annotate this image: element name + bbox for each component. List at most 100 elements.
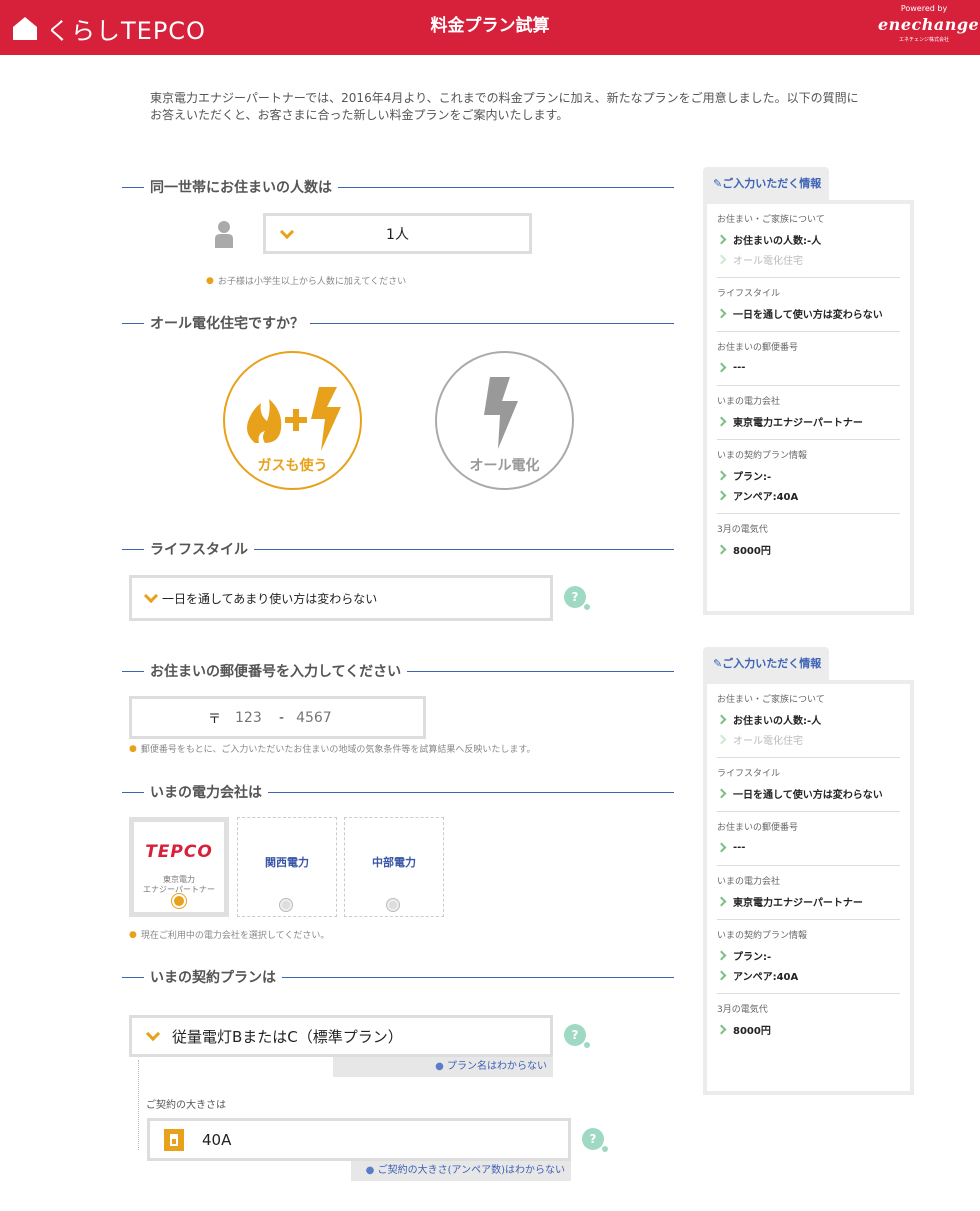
panel-item: 東京電力エナジーパートナー	[717, 891, 900, 911]
chevron-right-icon	[717, 416, 733, 426]
bulb-icon: ●	[206, 275, 214, 286]
panel-item-text: ---	[733, 361, 746, 373]
chevron-right-icon	[717, 714, 733, 724]
bolt-icon	[484, 377, 518, 449]
chevron-right-icon	[717, 896, 733, 906]
panel-group: お住まいの郵便番号 ---	[717, 332, 900, 386]
question-icon: ●	[365, 1165, 375, 1176]
lifestyle-value: 一日を通してあまり使い方は変わらない	[162, 591, 378, 606]
postal-heading: お住まいの郵便番号を入力してください	[122, 660, 674, 682]
panel-item: 8000円	[717, 539, 900, 559]
panel-group-title: お住まい・ご家族について	[717, 695, 825, 705]
tepco-radio[interactable]	[172, 894, 186, 908]
ampere-value: 40A	[202, 1130, 232, 1149]
panel-group: お住まい・ご家族について お住まいの人数:-人 オール電化住宅	[717, 204, 900, 278]
ampere-unknown-link[interactable]: ● ご契約の大きさ(アンペア数)はわからない	[351, 1161, 571, 1181]
panel-item-text: プラン:-	[733, 471, 772, 483]
plan-connector	[138, 1060, 139, 1150]
panel-group-title: お住まいの郵便番号	[717, 823, 799, 833]
postal-mark: 〒	[208, 712, 222, 727]
panel-item-text: お住まいの人数:-人	[733, 235, 822, 247]
chevron-right-icon	[717, 950, 733, 960]
panel-item: プラン:-	[717, 945, 900, 965]
size-label: ご契約の大きさは	[146, 1100, 226, 1111]
lifestyle-heading: ライフスタイル	[122, 538, 674, 560]
tepco-logo: TEPCO	[145, 842, 213, 862]
panel-group: ライフスタイル一日を通して使い方は変わらない	[717, 758, 900, 812]
option-gas[interactable]: ガスも使う	[223, 351, 362, 490]
postal-separator: -	[279, 709, 285, 726]
panel-item-text: オール電化住宅	[733, 735, 803, 747]
panel-group-title: いまの契約プラン情報	[717, 931, 808, 941]
logo-text: くらしTEPCO	[46, 16, 206, 45]
panel-item-text: お住まいの人数:-人	[733, 715, 822, 727]
panel-item: お住まいの人数:-人	[717, 229, 900, 249]
panel-item-text: オール電化住宅	[733, 255, 803, 267]
panel-group: 3月の電気代 8000円	[717, 994, 900, 1047]
pencil-icon: ✎	[713, 177, 723, 190]
chevron-down-icon	[280, 228, 292, 240]
panel-group: ライフスタイル一日を通して使い方は変わらない	[717, 278, 900, 332]
household-heading: 同一世帯にお住まいの人数は	[122, 176, 674, 198]
panel-item-text: 8000円	[733, 545, 771, 557]
question-icon: ●	[435, 1061, 444, 1072]
kansai-radio[interactable]	[279, 898, 293, 912]
partner-company: エネチェンジ株式会社	[898, 37, 949, 43]
panel-item-text: 東京電力エナジーパートナー	[733, 897, 863, 909]
panel-group-title: ライフスタイル	[717, 769, 781, 779]
panel-group-title: 3月の電気代	[717, 1005, 768, 1015]
panel-group-title: ライフスタイル	[717, 289, 781, 299]
panel-item-text: 一日を通して使い方は変わらない	[733, 309, 883, 321]
panel-item: 一日を通して使い方は変わらない	[717, 303, 900, 323]
chubu-radio[interactable]	[386, 898, 400, 912]
chevron-right-icon	[717, 970, 733, 980]
panel-group: 3月の電気代 8000円	[717, 514, 900, 567]
chevron-right-icon	[717, 842, 733, 852]
household-select[interactable]: 1人	[263, 213, 532, 254]
household-hint: ● お子様は小学生以上から人数に加えてください	[206, 275, 407, 288]
breaker-icon	[164, 1128, 184, 1151]
ampere-select[interactable]: 40A	[147, 1118, 571, 1161]
postal-code-second-input[interactable]	[296, 709, 357, 726]
allelectric-heading: オール電化住宅ですか？	[122, 312, 674, 334]
option-all-electric[interactable]: オール電化	[435, 351, 574, 490]
bulb-icon: ●	[129, 929, 137, 940]
panel-group: いまの契約プラン情報 プラン:- アンペア:40A	[717, 440, 900, 514]
powered-by-label: Powered by	[900, 4, 948, 13]
option-gas-label: ガスも使う	[257, 458, 328, 474]
panel-group-title: いまの電力会社	[717, 877, 781, 887]
panel-item: オール電化住宅	[717, 729, 900, 749]
chevron-right-icon	[717, 490, 733, 500]
panel-group: いまの電力会社東京電力エナジーパートナー	[717, 866, 900, 920]
panel-item: 8000円	[717, 1019, 900, 1039]
panel-item: 一日を通して使い方は変わらない	[717, 783, 900, 803]
lifestyle-help-icon[interactable]: ?	[564, 586, 590, 610]
chevron-down-icon	[144, 592, 156, 604]
kurashi-tepco-logo[interactable]: くらしTEPCO	[12, 12, 206, 45]
panel-group: いまの契約プラン情報 プラン:- アンペア:40A	[717, 920, 900, 994]
postal-hint: ● 郵便番号をもとに、ご入力いただいたお住まいの地域の気象条件等を試算結果へ反映い…	[129, 743, 536, 756]
plan-unknown-link[interactable]: ● プラン名はわからない	[333, 1057, 553, 1077]
chevron-right-icon	[717, 470, 733, 480]
chevron-right-icon	[717, 234, 733, 244]
app-header: くらしTEPCO 料金プラン試算 Powered by enechange エネ…	[0, 0, 980, 55]
chevron-right-icon	[717, 1024, 733, 1034]
plan-value: 従量電灯BまたはC（標準プラン）	[172, 1027, 403, 1046]
panel-group: お住まいの郵便番号 ---	[717, 812, 900, 866]
panel-group-title: いまの電力会社	[717, 397, 781, 407]
flame-plus-bolt-icon	[247, 387, 341, 451]
postal-code-first-input[interactable]	[235, 709, 276, 726]
panel-item-text: プラン:-	[733, 951, 772, 963]
panel-item: ---	[717, 837, 900, 857]
lifestyle-select[interactable]: 一日を通してあまり使い方は変わらない	[129, 575, 553, 621]
company-card-tepco[interactable]: TEPCO 東京電力 エナジーパートナー	[129, 817, 229, 917]
panel-tab-1: ✎ご入力いただく情報	[703, 167, 829, 201]
panel-item-text: アンペア:40A	[733, 491, 799, 503]
plan-select[interactable]: 従量電灯BまたはC（標準プラン）	[129, 1015, 553, 1057]
ampere-help-icon[interactable]: ?	[582, 1128, 608, 1152]
company-card-chubu[interactable]: 中部電力	[344, 817, 444, 917]
panel-group: お住まい・ご家族についてお住まいの人数:-人 オール電化住宅	[717, 684, 900, 758]
company-card-kansai[interactable]: 関西電力	[237, 817, 337, 917]
plan-help-icon[interactable]: ?	[564, 1024, 590, 1048]
panel-item: オール電化住宅	[717, 249, 900, 269]
